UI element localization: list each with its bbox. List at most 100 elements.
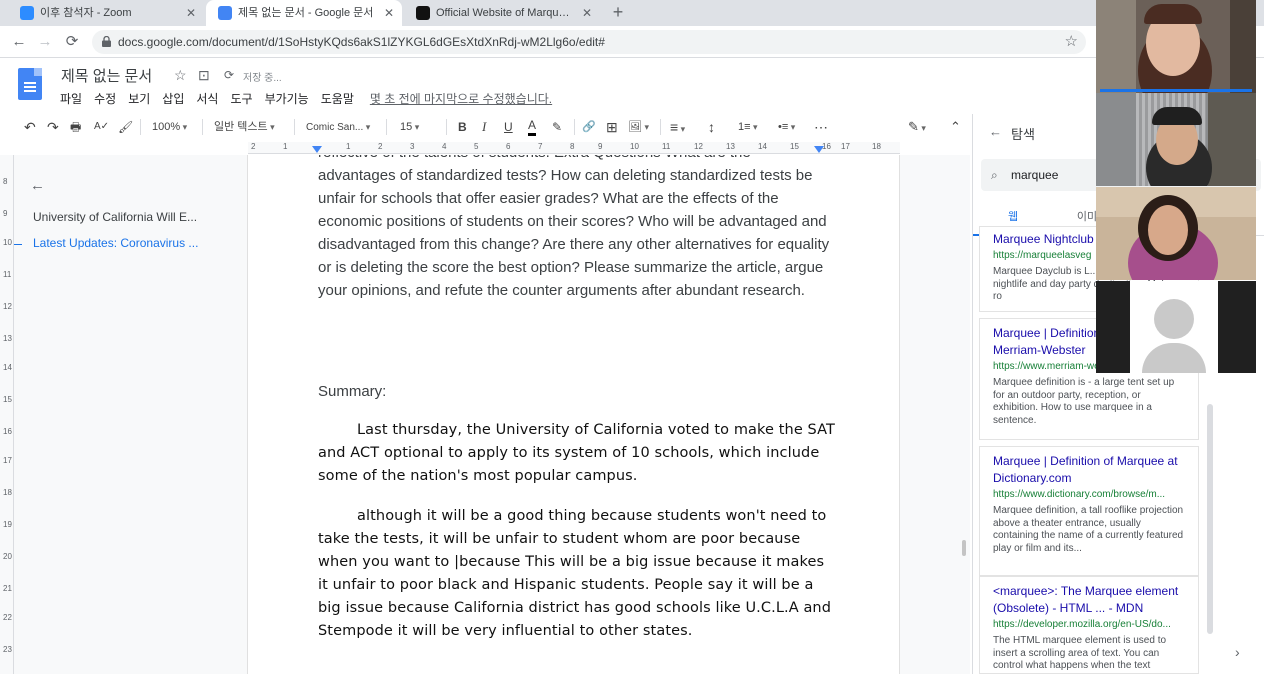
style-select[interactable]: 일반 텍스트 bbox=[214, 117, 288, 137]
font-select[interactable]: Comic San... bbox=[306, 117, 370, 137]
menu-view[interactable]: 보기 bbox=[128, 92, 150, 106]
lock-icon bbox=[102, 36, 111, 47]
ruler-label: 10 bbox=[3, 238, 12, 247]
line-spacing-icon[interactable]: ↕ bbox=[708, 117, 715, 137]
back-arrow-icon[interactable]: ← bbox=[989, 124, 1002, 139]
print-icon[interactable]: 🖶 bbox=[70, 117, 81, 137]
result-title[interactable]: Marquee | Definition of Marquee at Dicti… bbox=[993, 453, 1185, 487]
result-snippet: Marquee definition, a tall rooflike proj… bbox=[993, 505, 1184, 554]
ruler-label: 22 bbox=[3, 613, 12, 622]
result-title[interactable]: <marquee>: The Marquee element (Obsolete… bbox=[993, 583, 1185, 617]
ruler-label: 13 bbox=[3, 334, 12, 343]
editing-mode-icon[interactable]: ✎ bbox=[908, 117, 926, 137]
ruler-label: 10 bbox=[630, 142, 639, 151]
reload-button[interactable]: ⟳ bbox=[61, 31, 83, 53]
horizontal-ruler[interactable]: 2 1 1 2 3 4 5 6 7 8 9 10 11 12 13 14 15 … bbox=[248, 142, 900, 154]
ruler-label: 18 bbox=[3, 488, 12, 497]
left-indent-marker-icon[interactable] bbox=[312, 146, 322, 153]
prompt-text: advantages of standardized tests? How ca… bbox=[318, 167, 830, 299]
menu-bar: 파일 수정 보기 삽입 서식 도구 부가기능 도움말 몇 초 전에 마지막으로 수정했습니다. bbox=[60, 90, 552, 106]
ruler-label: 2 bbox=[378, 142, 383, 151]
star-icon[interactable]: ☆ bbox=[174, 67, 187, 84]
link-icon[interactable]: 🔗 bbox=[582, 117, 596, 137]
font-size-select[interactable]: 15 bbox=[400, 117, 419, 137]
menu-file[interactable]: 파일 bbox=[60, 92, 82, 106]
chevron-right-icon[interactable]: › bbox=[1235, 644, 1240, 660]
close-icon[interactable]: ✕ bbox=[186, 0, 196, 26]
right-indent-marker-icon[interactable] bbox=[814, 146, 824, 153]
bold-button[interactable]: B bbox=[458, 117, 467, 137]
video-tile-participant-3[interactable] bbox=[1096, 187, 1256, 280]
redo-icon[interactable]: ↷ bbox=[47, 117, 59, 137]
address-bar[interactable]: docs.google.com/document/d/1SoHstyKQds6a… bbox=[92, 30, 1086, 54]
collapse-icon[interactable]: ⌃ bbox=[950, 117, 961, 137]
menu-format[interactable]: 서식 bbox=[196, 92, 218, 106]
outline-item[interactable]: University of California Will E... bbox=[33, 210, 217, 224]
close-icon[interactable]: ✕ bbox=[384, 0, 394, 26]
document-title[interactable]: 제목 없는 문서 bbox=[61, 65, 152, 86]
summary-paragraph-1: Last thursday, the University of Califor… bbox=[318, 422, 835, 484]
italic-button[interactable]: I bbox=[482, 117, 486, 137]
tab-marquee[interactable]: Official Website of Marquee Ni ✕ bbox=[404, 0, 600, 26]
outline-item-active[interactable]: Latest Updates: Coronavirus ... bbox=[33, 236, 217, 250]
video-tile-participant-4[interactable] bbox=[1096, 281, 1256, 373]
ruler-label: 17 bbox=[3, 456, 12, 465]
document-page[interactable]: reflective of the talents of students. E… bbox=[247, 155, 900, 674]
ruler-label: 8 bbox=[570, 142, 575, 151]
result-snippet: Marquee definition is - a large tent set… bbox=[993, 377, 1175, 426]
scrollbar-thumb[interactable] bbox=[962, 540, 966, 556]
comment-icon[interactable]: ⊞ bbox=[606, 117, 618, 137]
ruler-label: 2 bbox=[251, 142, 256, 151]
paint-format-icon[interactable]: 🖌 bbox=[118, 117, 133, 137]
search-result-card[interactable]: Marquee | Definition of Marquee at Dicti… bbox=[979, 446, 1199, 576]
tab-title: 제목 없는 문서 - Google 문서 bbox=[238, 7, 374, 19]
explore-scrollbar[interactable] bbox=[1207, 404, 1213, 634]
forward-button[interactable]: → bbox=[34, 31, 56, 53]
move-folder-icon[interactable]: ⊡ bbox=[198, 67, 210, 84]
undo-icon[interactable]: ↶ bbox=[24, 117, 36, 137]
menu-insert[interactable]: 삽입 bbox=[162, 92, 184, 106]
new-tab-button[interactable]: + bbox=[608, 0, 628, 26]
back-arrow-icon[interactable]: ← bbox=[30, 177, 45, 194]
highlight-icon[interactable]: ✎ bbox=[552, 117, 562, 137]
video-tile-participant-1[interactable] bbox=[1096, 0, 1256, 93]
zoom-favicon-icon bbox=[20, 6, 34, 20]
avatar-icon bbox=[1154, 299, 1194, 339]
back-button[interactable]: ← bbox=[8, 31, 30, 53]
ruler-label: 11 bbox=[3, 270, 12, 279]
bullet-list-icon[interactable]: •≡ bbox=[778, 117, 795, 137]
ruler-label: 15 bbox=[790, 142, 799, 151]
explore-title: 탐색 bbox=[1011, 127, 1035, 142]
browser-nav-bar: ← → ⟳ docs.google.com/document/d/1SoHsty… bbox=[0, 26, 1264, 58]
bookmark-star-icon[interactable]: ☆ bbox=[1065, 30, 1078, 54]
search-icon: ⌕ bbox=[991, 168, 998, 182]
video-tile-participant-2[interactable] bbox=[1096, 93, 1256, 186]
numbered-list-icon[interactable]: 1≡ bbox=[738, 117, 758, 137]
docs-logo-icon[interactable] bbox=[18, 68, 42, 100]
prompt-text-top: reflective of the talents of students. E… bbox=[318, 155, 838, 164]
document-canvas: ← University of California Will E... Lat… bbox=[14, 155, 970, 674]
search-result-card[interactable]: <marquee>: The Marquee element (Obsolete… bbox=[979, 576, 1199, 674]
tab-zoom[interactable]: 이후 참석자 - Zoom ✕ bbox=[8, 0, 204, 26]
zoom-select[interactable]: 100% bbox=[152, 117, 187, 137]
close-icon[interactable]: ✕ bbox=[582, 0, 592, 26]
text-color-button[interactable]: A bbox=[528, 117, 537, 136]
saving-status: 저장 중... bbox=[243, 73, 282, 84]
more-icon[interactable]: ⋯ bbox=[814, 117, 828, 137]
summary-heading: Summary: bbox=[318, 383, 387, 400]
menu-help[interactable]: 도움말 bbox=[321, 92, 354, 106]
ruler-label: 21 bbox=[3, 584, 12, 593]
ruler-label: 6 bbox=[506, 142, 511, 151]
marquee-favicon-icon bbox=[416, 6, 430, 20]
menu-tools[interactable]: 도구 bbox=[230, 92, 252, 106]
ruler-label: 1 bbox=[283, 142, 288, 151]
ruler-label: 8 bbox=[3, 177, 8, 186]
image-icon[interactable]: 🖼 bbox=[628, 117, 649, 137]
spellcheck-icon[interactable]: A✓ bbox=[94, 117, 109, 137]
align-icon[interactable]: ≡ bbox=[670, 117, 685, 137]
last-edit-link[interactable]: 몇 초 전에 마지막으로 수정했습니다. bbox=[370, 92, 552, 106]
menu-edit[interactable]: 수정 bbox=[94, 92, 116, 106]
underline-button[interactable]: U bbox=[504, 117, 513, 137]
menu-addons[interactable]: 부가기능 bbox=[265, 92, 309, 106]
tab-google-docs[interactable]: 제목 없는 문서 - Google 문서 ✕ bbox=[206, 0, 402, 26]
